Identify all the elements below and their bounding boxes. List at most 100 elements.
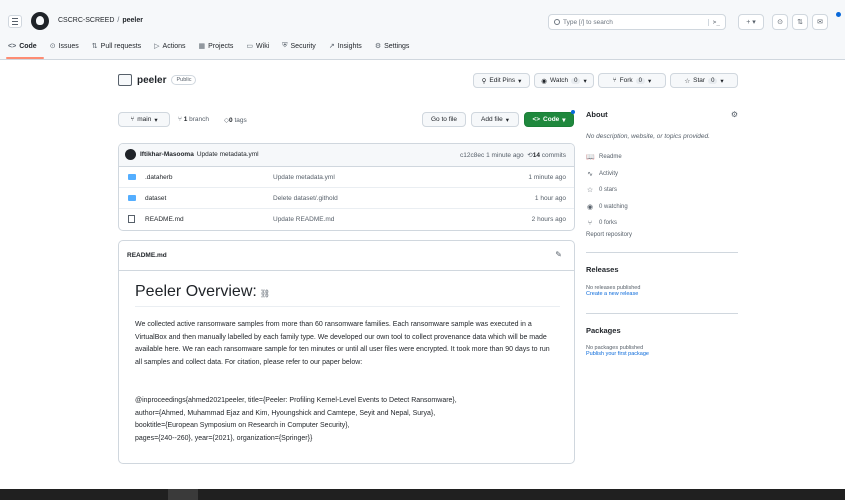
edit-pins-button[interactable]: ⚲ Edit Pins ▾ [473, 73, 530, 88]
commits-label[interactable]: commits [542, 152, 566, 159]
folder-icon [128, 174, 136, 180]
avatar[interactable] [125, 149, 136, 160]
about-link-readme[interactable]: 📖 Readme [586, 149, 738, 166]
tab-insights[interactable]: ↗ Insights [329, 42, 362, 51]
breadcrumb-separator: / [117, 17, 120, 24]
about-link-0-watching[interactable]: ◉ 0 watching [586, 199, 738, 216]
file-commit-message[interactable]: Delete dataset/.githold [273, 195, 338, 202]
notification-dot [836, 12, 841, 17]
tab-projects[interactable]: ▦ Projects [199, 42, 234, 51]
breadcrumb: CSCRC-SCREED / peeler [58, 17, 143, 24]
packages-title[interactable]: Packages [586, 326, 738, 335]
watch-button[interactable]: ◉ Watch 0 ▾ [534, 73, 594, 88]
table-row[interactable]: README.md Update README.md 2 hours ago [119, 209, 574, 230]
commits-count[interactable]: 14 [533, 152, 540, 159]
tags-link[interactable]: ◇0 tags [224, 116, 247, 124]
star-label: Star [693, 77, 706, 84]
taskbar-app[interactable] [168, 489, 198, 500]
command-palette-icon[interactable]: >_ [707, 18, 720, 26]
tab-pull-requests[interactable]: ⇅ Pull requests [92, 42, 141, 51]
readme-panel: README.md ✎ Peeler Overview: ⛓ We collect… [118, 240, 575, 464]
anchor-link-icon[interactable]: ⛓ [260, 289, 270, 298]
branch-icon: ⑂ [130, 116, 135, 123]
about-description: No description, website, or topics provi… [586, 133, 710, 140]
code-icon: <> [532, 116, 541, 123]
about-link-activity[interactable]: ∿ Activity [586, 166, 738, 183]
pull-requests-icon[interactable]: ⇅ [792, 14, 808, 30]
about-link-label: Readme [599, 154, 622, 161]
tab-label: Actions [162, 42, 186, 50]
branches-link[interactable]: ⑂ 1 branch [178, 116, 209, 123]
chevron-down-icon: ▾ [647, 77, 652, 85]
tags-label: tags [234, 117, 247, 124]
edit-pencil-icon[interactable]: ✎ [555, 250, 562, 259]
add-file-button[interactable]: Add file ▾ [471, 112, 519, 127]
repo-name[interactable]: peeler [137, 75, 166, 86]
create-release-link[interactable]: Create a new release [586, 291, 738, 297]
visibility-badge: Public [171, 75, 197, 85]
branch-selector[interactable]: ⑂ main ▾ [118, 112, 170, 127]
tab-settings[interactable]: ⚙ Settings [374, 42, 410, 51]
watch-label: Watch [549, 77, 569, 84]
breadcrumb-owner[interactable]: CSCRC-SCREED [58, 17, 114, 24]
file-commit-message[interactable]: Update README.md [273, 216, 334, 223]
table-row[interactable]: .dataherb Update metadata.yml 1 minute ago [119, 167, 574, 188]
star-button[interactable]: ☆ Star 0 ▾ [670, 73, 738, 88]
gear-icon[interactable]: ⚙ [731, 110, 738, 119]
commit-message[interactable]: Update metadata.yml [197, 151, 259, 158]
about-links: 📖 Readme ∿ Activity ☆ 0 stars ◉ 0 watching ⑂ 0 fo… [586, 149, 738, 232]
file-name[interactable]: .dataherb [145, 174, 172, 181]
breadcrumb-repo[interactable]: peeler [122, 17, 143, 24]
tab-wiki[interactable]: ▭ Wiki [246, 42, 269, 51]
tab-label: Issues [58, 42, 79, 50]
search-input[interactable]: Type [/] to search >_ [548, 14, 726, 30]
citation-line: @inproceedings{ahmed2021peeler, title={P… [135, 397, 457, 404]
code-button-label: Code [543, 116, 560, 123]
menu-icon[interactable] [8, 15, 22, 28]
readme-header: README.md ✎ [119, 241, 574, 271]
commit-author[interactable]: Iftikhar-Masooma [140, 151, 194, 158]
branches-label: branch [189, 116, 210, 123]
issues-icon[interactable]: ⊙ [772, 14, 788, 30]
about-link-label: Activity [599, 170, 619, 177]
file-date: 1 hour ago [534, 195, 566, 202]
about-link-label: 0 watching [599, 203, 628, 210]
commit-hash[interactable]: c12c8ec [460, 152, 484, 159]
tab-security[interactable]: ⛨ Security [282, 42, 316, 50]
tab-label: Security [290, 42, 316, 50]
tab-issues[interactable]: ⊙ Issues [50, 42, 79, 51]
file-name[interactable]: dataset [145, 195, 166, 202]
search-icon [554, 19, 560, 25]
star-icon: ☆ [684, 77, 691, 85]
tab-code[interactable]: <> Code [8, 42, 37, 50]
readme-filename[interactable]: README.md [127, 252, 167, 259]
table-row[interactable]: dataset Delete dataset/.githold 1 hour ago [119, 188, 574, 209]
fork-label: Fork [619, 77, 633, 84]
divider [586, 251, 738, 253]
file-name[interactable]: README.md [145, 216, 184, 223]
fork-count: 0 [635, 77, 645, 84]
tab-actions[interactable]: ▷ Actions [154, 42, 186, 51]
github-logo-icon[interactable] [31, 12, 49, 30]
commit-time: 1 minute ago [486, 152, 524, 159]
active-tab-underline [6, 57, 44, 59]
fork-icon: ⑂ [612, 77, 617, 84]
about-link-0-stars[interactable]: ☆ 0 stars [586, 182, 738, 199]
tab-icon: ⚙ [374, 43, 382, 50]
tab-icon: ⛨ [282, 42, 288, 49]
citation-line: booktitle={European Symposium on Researc… [135, 422, 350, 430]
readme-paragraph: We collected active ransomware samples f… [135, 321, 550, 366]
fork-button[interactable]: ⑂ Fork 0 ▾ [598, 73, 666, 88]
publish-package-link[interactable]: Publish your first package [586, 351, 738, 357]
releases-title[interactable]: Releases [586, 265, 738, 274]
file-date: 2 hours ago [531, 216, 566, 223]
report-repository-link[interactable]: Report repository [586, 232, 738, 238]
about-link-0-forks[interactable]: ⑂ 0 forks [586, 215, 738, 232]
divider [586, 312, 738, 314]
go-to-file-button[interactable]: Go to file [422, 112, 466, 127]
code-button[interactable]: <> Code ▾ [524, 112, 574, 127]
inbox-icon[interactable]: ✉ [812, 14, 828, 30]
create-new-button[interactable]: + ▾ [738, 14, 764, 30]
file-commit-message[interactable]: Update metadata.yml [273, 174, 335, 181]
heading-divider [135, 306, 560, 307]
